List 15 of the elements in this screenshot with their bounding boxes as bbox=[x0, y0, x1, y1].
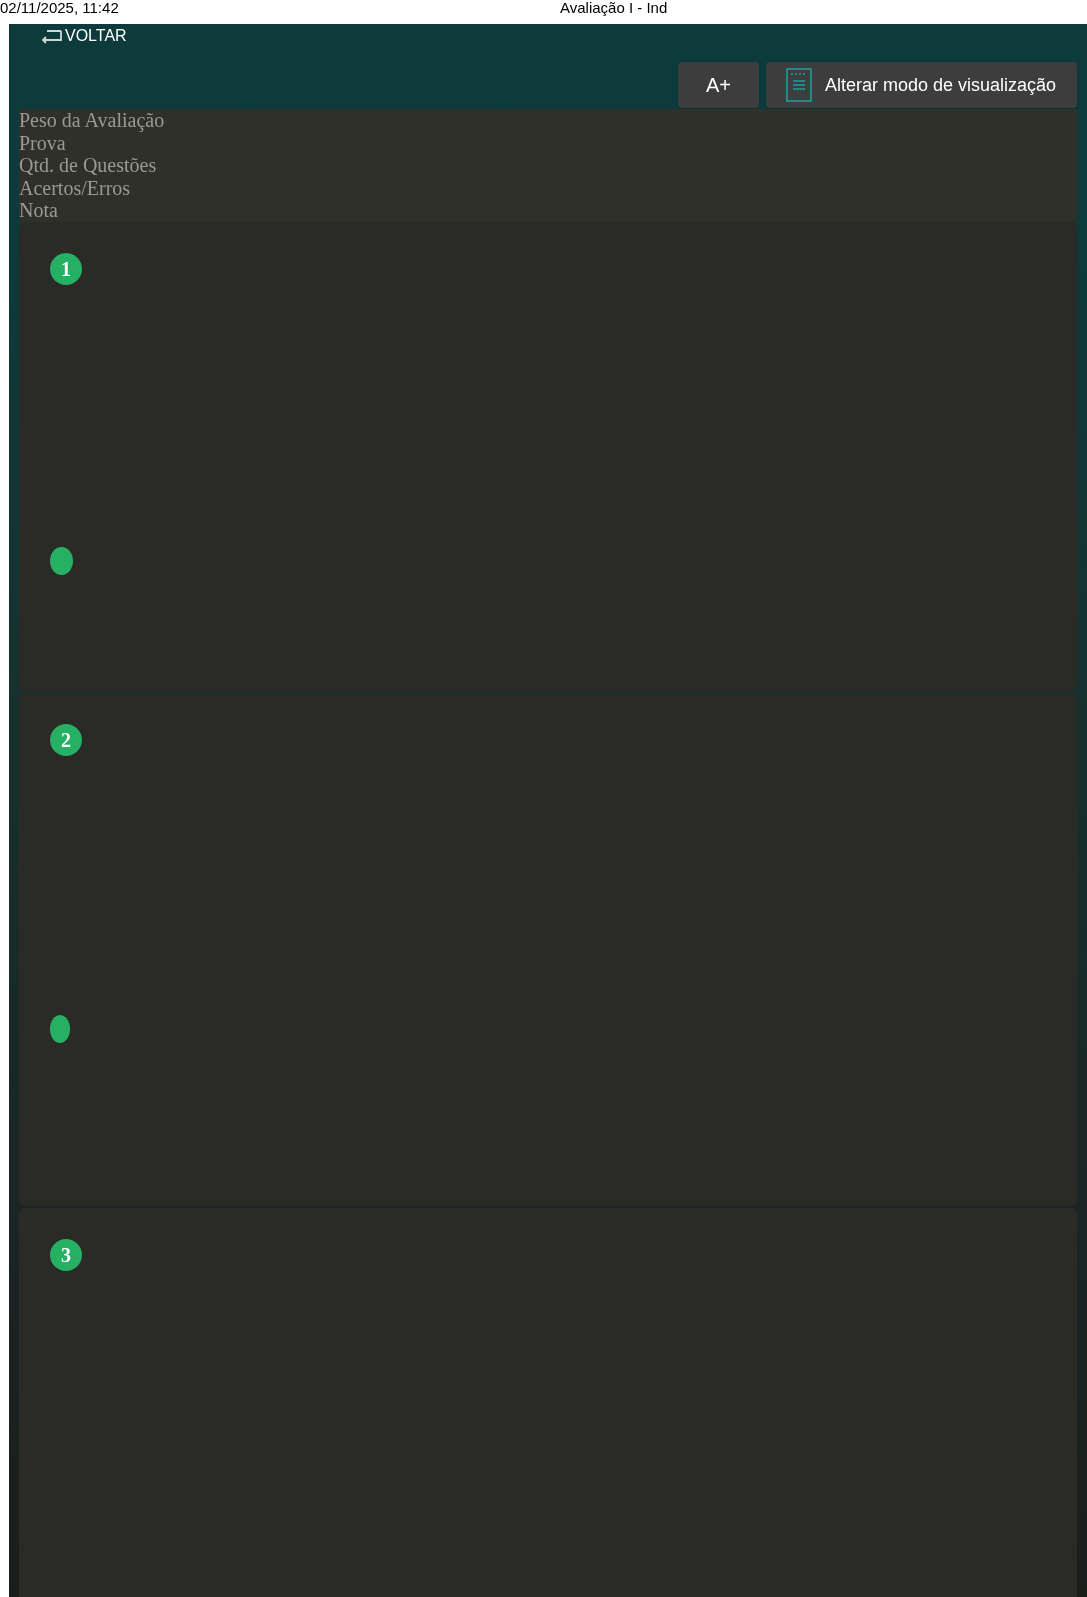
page-title: Avaliação I - Ind bbox=[560, 0, 668, 16]
return-icon bbox=[39, 28, 63, 44]
back-button[interactable]: VOLTAR bbox=[39, 24, 127, 48]
question-number: 3 bbox=[50, 1238, 82, 1271]
summary-label: Nota bbox=[19, 199, 59, 222]
view-mode-button[interactable]: Alterar modo de visualização bbox=[766, 62, 1077, 108]
document-icon bbox=[786, 68, 812, 102]
summary-label: Qtd. de Questões bbox=[19, 154, 158, 177]
summary-label: Peso da Avaliação bbox=[19, 109, 166, 132]
question-number: 2 bbox=[50, 723, 82, 756]
summary-label: Acertos/Erros bbox=[19, 176, 132, 200]
print-date: 02/11/2025, 11:42 bbox=[0, 0, 119, 16]
font-size-button[interactable]: A+ bbox=[678, 62, 759, 108]
summary-label: Prova bbox=[19, 131, 67, 155]
question-number: 1 bbox=[50, 252, 82, 285]
